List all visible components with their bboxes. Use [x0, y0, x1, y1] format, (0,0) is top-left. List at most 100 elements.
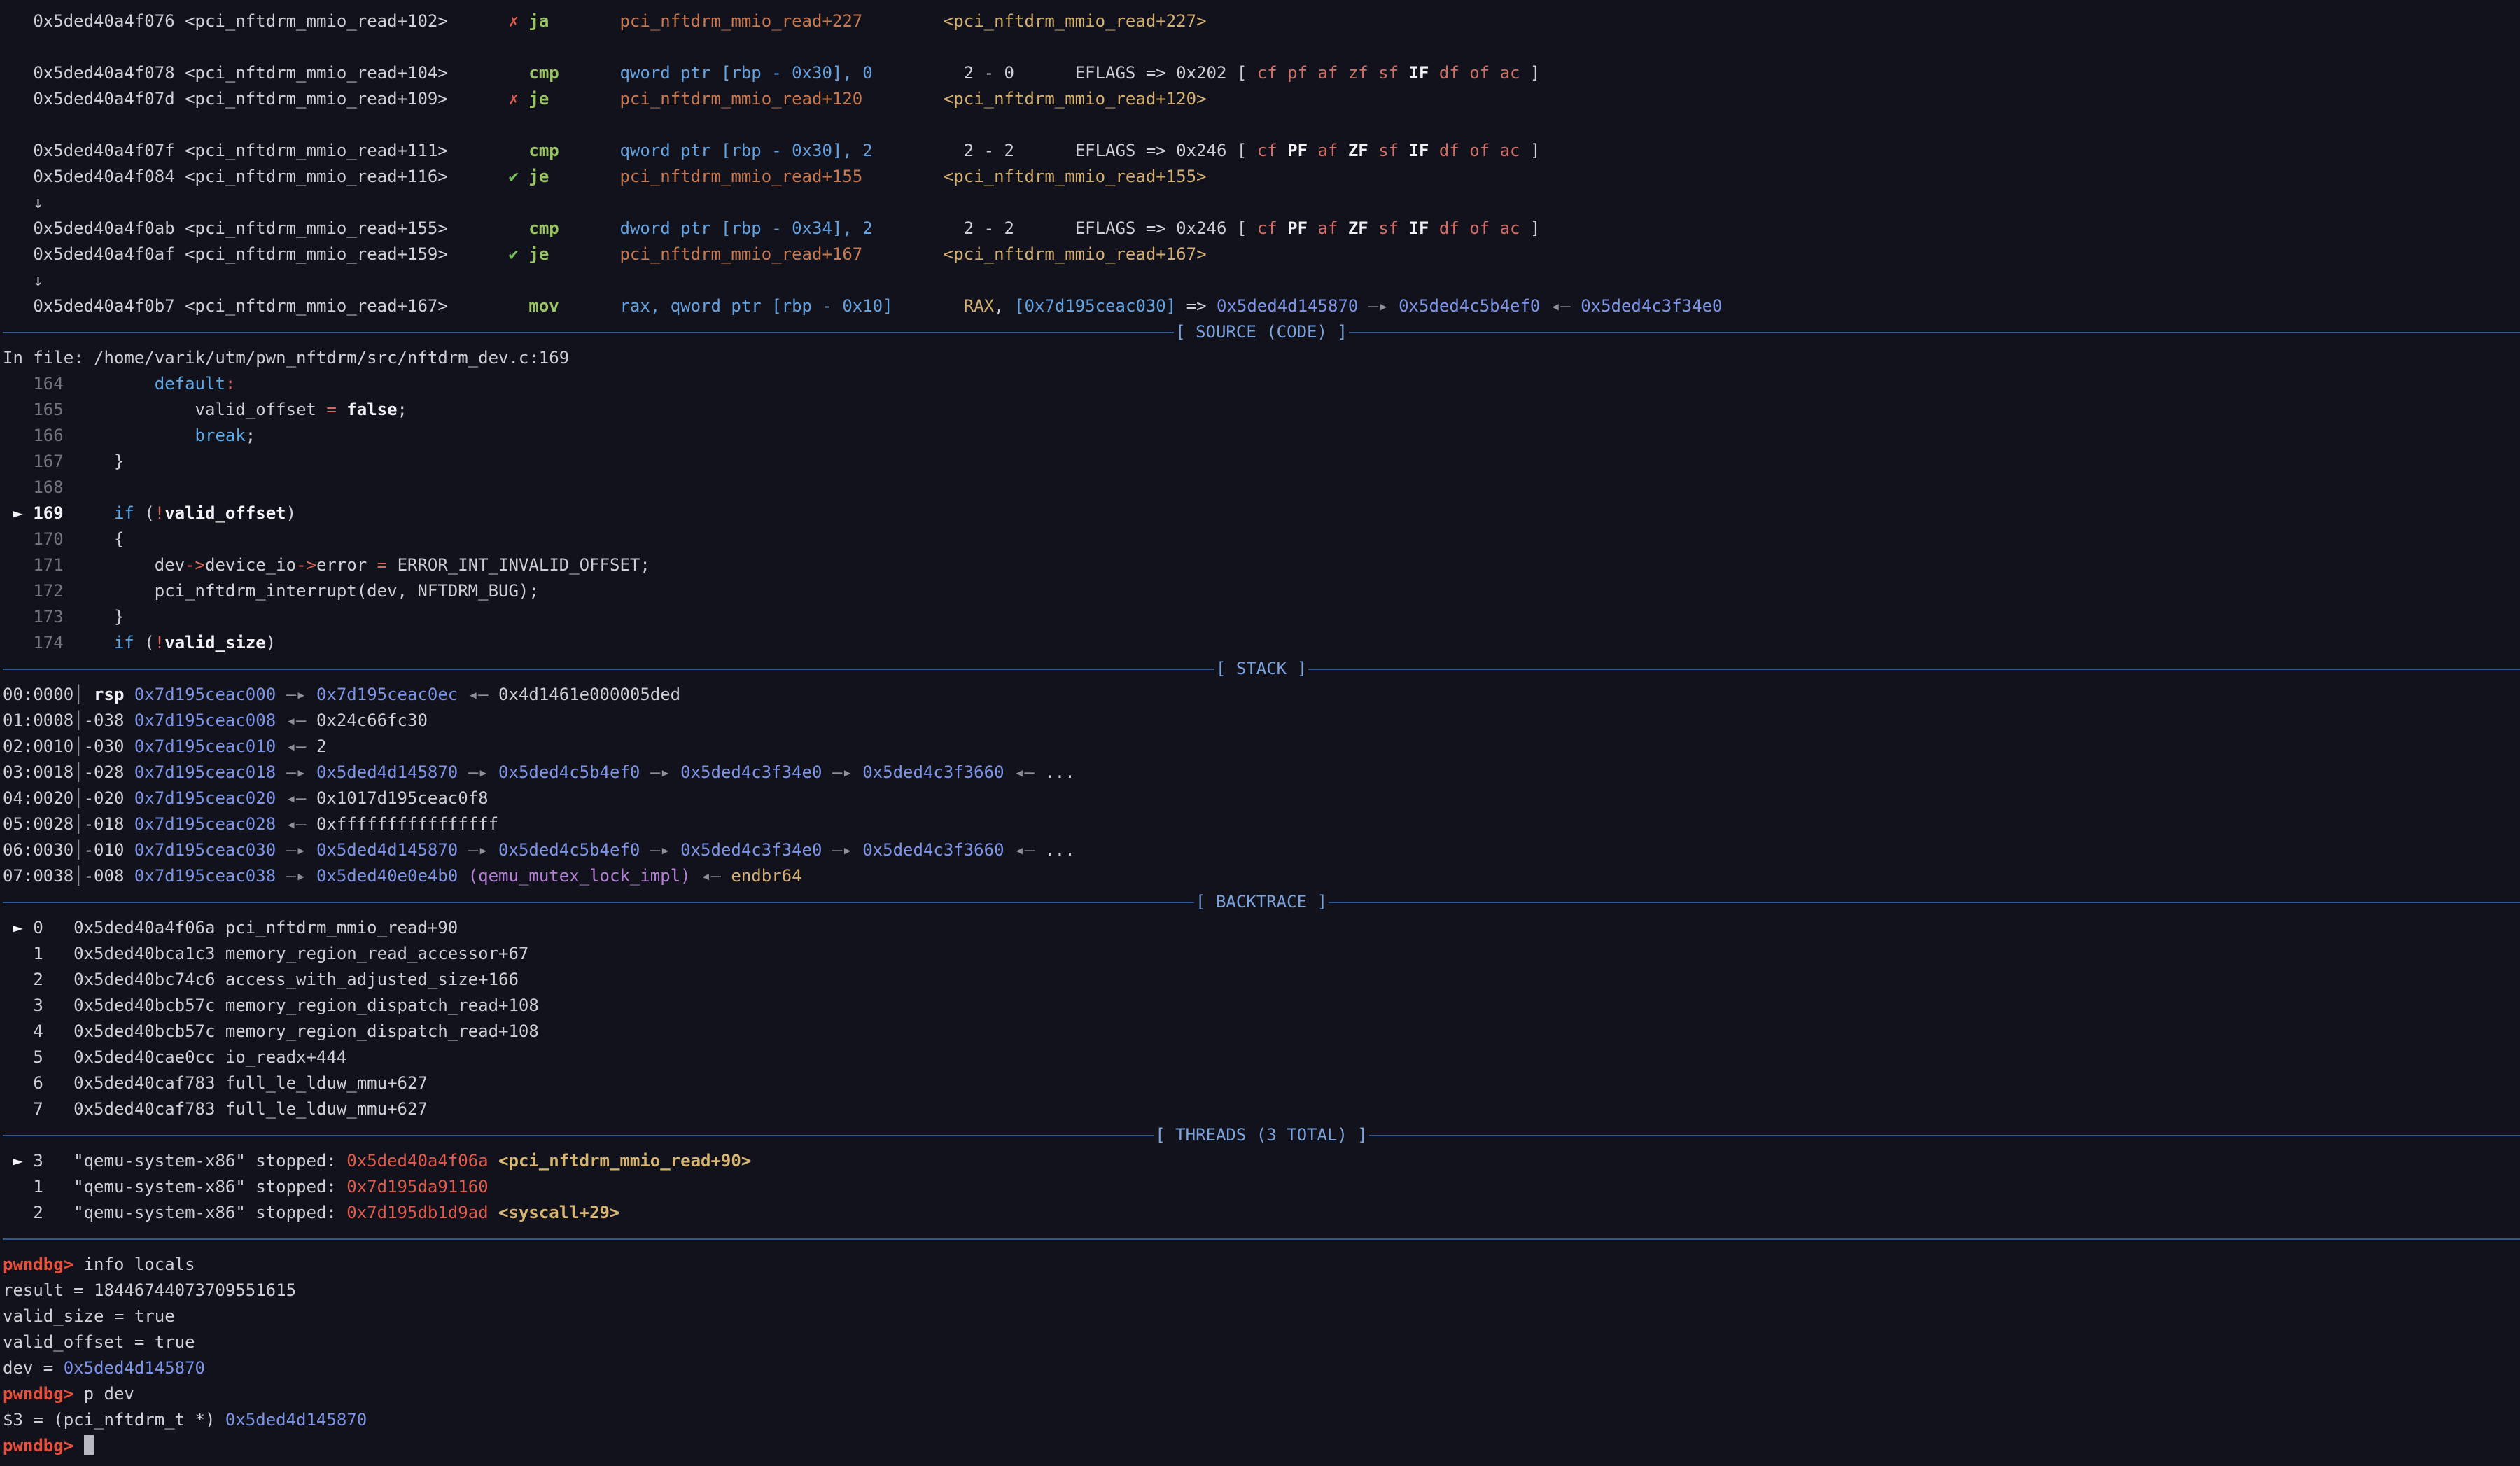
text-span: 0x7d195ceac008 — [134, 711, 276, 730]
text-span: ► — [3, 1151, 33, 1171]
text-span: 0x5ded40a4f07d — [33, 89, 185, 109]
text-span: —▸ — [640, 762, 680, 782]
text-span: valid_size — [164, 633, 266, 652]
text-span: cmp — [528, 141, 559, 160]
text-span: IF — [1409, 63, 1429, 83]
text-span — [1014, 63, 1075, 83]
text-span: df of ac — [1429, 63, 1520, 83]
text-span: if — [114, 503, 134, 523]
text-span: <pci_nftdrm_mmio_read+109> — [185, 89, 448, 109]
text-span: 0x5ded40a4f0af — [33, 244, 185, 264]
text-span: EFLAGS => 0x246 [ — [1075, 218, 1257, 238]
text-span: ... — [1044, 762, 1074, 782]
text-span: ! — [155, 633, 164, 652]
text-span: 0x1017d195ceac0f8 — [316, 788, 489, 808]
text-span: 0xffffffffffffffff — [316, 814, 498, 834]
source-line: 171 dev->device_io->error = ERROR_INT_IN… — [3, 552, 2520, 578]
terminal-cursor[interactable] — [84, 1435, 94, 1455]
text-span: ◂— — [276, 788, 316, 808]
separator-rule — [3, 1135, 1154, 1136]
pwndbg-terminal[interactable]: 0x5ded40a4f076 <pci_nftdrm_mmio_read+102… — [0, 0, 2520, 1466]
text-span: —▸ — [458, 840, 498, 860]
text-span: ... — [1044, 840, 1074, 860]
text-span: mov — [528, 296, 559, 316]
section-title: [ THREADS (3 TOTAL) ] — [1154, 1122, 1368, 1148]
text-span: 0x4d1461e000005ded — [498, 685, 680, 704]
text-span: ✗ — [509, 11, 519, 31]
text-span — [64, 503, 114, 523]
text-span: false — [346, 400, 397, 419]
stack-line: 04:0020│-020 0x7d195ceac020 ◂— 0x1017d19… — [3, 786, 2520, 811]
text-span: │ — [74, 737, 83, 756]
text-span: PF — [1287, 141, 1308, 160]
source-line: 165 valid_offset = false; — [3, 397, 2520, 423]
text-span: ► — [3, 503, 33, 523]
backtrace-frame: 3 0x5ded40bcb57c memory_region_dispatch_… — [3, 993, 2520, 1019]
separator-backtrace: [ BACKTRACE ] — [3, 889, 2520, 915]
text-span — [74, 374, 155, 393]
text-span: 01:0008 — [3, 711, 74, 730]
text-span — [3, 63, 33, 83]
disasm-line: 0x5ded40a4f07d <pci_nftdrm_mmio_read+109… — [3, 86, 2520, 112]
text-span — [74, 633, 114, 652]
text-span — [448, 244, 509, 264]
disasm-line: 0x5ded40a4f0af <pci_nftdrm_mmio_read+159… — [3, 242, 2520, 267]
source-line: 170 { — [3, 526, 2520, 552]
text-span: ! — [155, 503, 164, 523]
text-span — [74, 529, 114, 549]
text-span — [549, 167, 620, 186]
text-span: 0x5ded40e0e4b0 — [316, 866, 458, 886]
separator-rule — [3, 669, 1214, 670]
text-span: je — [528, 89, 549, 109]
text-span: 0x7d195ceac020 — [134, 788, 276, 808]
text-span: │ — [74, 711, 83, 730]
text-span: endbr64 — [731, 866, 802, 886]
text-span — [3, 141, 33, 160]
text-span — [448, 218, 529, 238]
text-span: 2 - 2 — [964, 218, 1014, 238]
text-span: ERROR_INT_INVALID_OFFSET — [398, 555, 640, 575]
text-span: df of ac — [1429, 218, 1520, 238]
text-span — [1014, 141, 1075, 160]
text-span: 0x7d195ceac030 — [134, 840, 276, 860]
text-span: <pci_nftdrm_mmio_read+227> — [944, 11, 1207, 31]
source-line: 164 default: — [3, 371, 2520, 397]
source-line: 174 if (!valid_size) — [3, 630, 2520, 656]
text-span — [74, 400, 195, 419]
text-span: 5 — [3, 1047, 74, 1067]
source-line: 168 — [3, 475, 2520, 501]
text-span — [559, 63, 620, 83]
text-span: stopped: — [255, 1203, 346, 1222]
text-span: pwndbg> — [3, 1384, 84, 1404]
text-span: cf pf af zf sf — [1257, 63, 1409, 83]
text-span: ◂— — [1004, 840, 1045, 860]
text-span: rsp — [84, 685, 134, 704]
text-span — [448, 63, 529, 83]
disasm-line: 0x5ded40a4f0ab <pci_nftdrm_mmio_read+155… — [3, 216, 2520, 242]
text-span — [559, 218, 620, 238]
text-span: df of ac — [1429, 141, 1520, 160]
text-span: 05:0028 — [3, 814, 74, 834]
text-span: │ — [74, 788, 83, 808]
text-span: p dev — [84, 1384, 134, 1404]
thread-line: 1 "qemu-system-x86" stopped: 0x7d195da91… — [3, 1174, 2520, 1200]
text-span: ◂— — [276, 711, 316, 730]
text-span: 03:0018 — [3, 762, 74, 782]
text-span — [549, 244, 620, 264]
text-span: 3 — [33, 1151, 74, 1171]
text-span: qword ptr [rbp - 0x30], 0 — [620, 63, 872, 83]
text-span — [489, 1151, 498, 1171]
source-line: 167 } — [3, 449, 2520, 475]
text-span — [448, 89, 509, 109]
thread-line: ► 3 "qemu-system-x86" stopped: 0x5ded40a… — [3, 1148, 2520, 1174]
text-span — [3, 11, 33, 31]
backtrace-frame: 4 0x5ded40bcb57c memory_region_dispatch_… — [3, 1019, 2520, 1045]
text-span: <pci_nftdrm_mmio_read+120> — [944, 89, 1207, 109]
text-span: —▸ — [458, 762, 498, 782]
separator-rule — [1308, 669, 2520, 670]
output-line: $3 = (pci_nftdrm_t *) 0x5ded4d145870 — [3, 1407, 2520, 1433]
stack-line: 06:0030│-010 0x7d195ceac030 —▸ 0x5ded4d1… — [3, 837, 2520, 863]
stack-line: 05:0028│-018 0x7d195ceac028 ◂— 0xfffffff… — [3, 811, 2520, 837]
text-span: 6 — [3, 1073, 74, 1093]
text-span: 169 — [33, 503, 63, 523]
